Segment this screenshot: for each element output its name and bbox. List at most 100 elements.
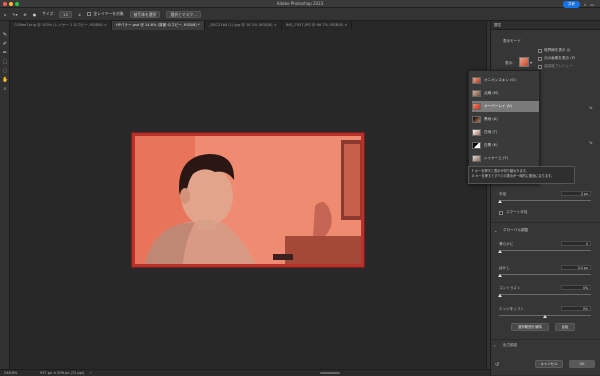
view-option-on-white[interactable]: 白地 (T) xyxy=(472,127,539,138)
zoom-icon[interactable]: ⌕ xyxy=(2,86,8,92)
size-control: サイズ： 15 xyxy=(42,10,72,18)
clear-selection-button[interactable]: 選択範囲を解除 xyxy=(511,323,549,331)
brush-tool-icon[interactable]: ✎ xyxy=(2,32,8,38)
status-arrow-icon[interactable]: › xyxy=(90,370,92,376)
share-button[interactable]: 共有 xyxy=(562,1,580,8)
view-mode-tooltip: F キーを押すと表示が切り替わります。 X キーを押すとすべての表示が一時的に無… xyxy=(468,166,575,184)
radius-slider[interactable] xyxy=(499,200,591,201)
on-layers-thumb xyxy=(472,155,481,162)
quick-selection-preset-icon[interactable]: ✎▾ xyxy=(12,12,17,17)
tooltip-line-2: X キーを押すとすべての表示が一時的に無効になります。 xyxy=(472,174,555,178)
view-option-black-white[interactable]: 白黒 (K) xyxy=(472,140,539,151)
view-thumbnail[interactable] xyxy=(519,57,529,67)
document-canvas[interactable] xyxy=(131,132,365,268)
black-white-thumb xyxy=(472,142,481,149)
smart-radius-label: スマート半径 xyxy=(506,210,528,214)
smooth-label: 滑らかに xyxy=(499,242,514,246)
sample-all-layers-checkbox[interactable]: 全レイヤーを対象 xyxy=(87,11,124,17)
feather-slider-handle[interactable] xyxy=(498,274,502,277)
show-original-checkbox[interactable] xyxy=(538,57,542,61)
radius-label: 半径 xyxy=(499,192,507,196)
search-icon[interactable]: ⌕ xyxy=(584,2,586,7)
onion-skin-thumb xyxy=(472,77,481,84)
radius-slider-handle[interactable] xyxy=(498,200,502,203)
show-original-label: 元の画像を表示 (P) xyxy=(544,56,576,60)
tools-panel: ✎ ✐ ✏ ⬚ ◌ ✋ ⌕ xyxy=(0,21,10,369)
select-and-mask-button[interactable]: 選択とマスク... xyxy=(166,10,201,18)
view-option-label: 白黒 (K) xyxy=(484,143,498,147)
select-subject-button[interactable]: 被写体を選択 xyxy=(129,10,161,18)
document-size[interactable]: 937 px × 509 px (72 ppi) xyxy=(40,370,84,376)
workspace-icon[interactable]: ▭ xyxy=(590,2,594,7)
contrast-slider[interactable] xyxy=(499,294,591,295)
feather-slider[interactable] xyxy=(499,274,591,275)
view-option-label: 点線 (M) xyxy=(484,91,499,95)
smart-radius-checkbox[interactable] xyxy=(499,211,503,215)
home-icon[interactable]: ⌂ xyxy=(4,12,6,17)
output-settings-chevron-icon[interactable]: › xyxy=(494,343,496,348)
smooth-slider-handle[interactable] xyxy=(498,250,502,253)
brush-size-picker-icon[interactable]: ● xyxy=(33,12,36,17)
shift-edge-label: エッジをシフト xyxy=(499,307,525,311)
lasso-icon[interactable]: ◌ xyxy=(2,68,8,74)
view-label: 表示： xyxy=(505,61,516,65)
zoom-level[interactable]: 248.6% xyxy=(4,370,17,376)
output-settings-label: 出力設定 xyxy=(503,343,518,347)
global-refinements-label: グローバル調整 xyxy=(503,228,529,232)
smooth-slider[interactable] xyxy=(499,250,591,251)
photo-illustration xyxy=(135,136,361,264)
show-edges-checkbox[interactable] xyxy=(538,49,542,53)
brush-icon[interactable]: ✏ xyxy=(2,50,8,56)
tab-coffee[interactable]: COffeeT.png @ 100% (レイヤー 1 のコピー, RGB/8) … xyxy=(10,21,112,30)
angle-icon[interactable]: ∠ xyxy=(78,12,81,17)
window-title: Adobe Photoshop 2023 xyxy=(276,1,324,6)
view-option-onion-skin[interactable]: オニオンスキン (O) xyxy=(472,75,539,86)
reset-icon[interactable]: ↺ xyxy=(495,362,499,368)
smooth-input[interactable]: 0 xyxy=(561,241,591,246)
object-selection-icon[interactable]: ⬚ xyxy=(2,59,8,65)
view-mode-label: 表示モード xyxy=(503,39,521,43)
cancel-button[interactable]: キャンセル xyxy=(535,360,563,368)
contrast-slider-handle[interactable] xyxy=(498,294,502,297)
top-right-controls: 共有 ⌕ ▭ xyxy=(562,1,594,8)
options-bar: ⌂ ✎▾ ⊕ ● サイズ： 15 ∠ 全レイヤーを対象 被写体を選択 選択とマス… xyxy=(0,8,600,21)
view-option-label: オニオンスキン (O) xyxy=(484,78,516,82)
add-to-selection-icon[interactable]: ⊕ xyxy=(24,12,27,17)
tab-img7937[interactable]: IMG_7937.JPG @ 66.7% (RGB/8) × xyxy=(282,21,353,30)
on-black-thumb xyxy=(472,116,481,123)
show-edges-label: 境界線を表示 (J) xyxy=(544,48,571,52)
size-input[interactable]: 15 xyxy=(59,10,72,18)
hand-icon[interactable]: ✋ xyxy=(2,77,8,83)
view-option-on-black[interactable]: 黒地 (A) xyxy=(472,114,539,125)
on-white-thumb xyxy=(472,129,481,136)
status-bar: 248.6% 937 px × 509 px (72 ppi) › xyxy=(0,369,490,375)
sample-all-layers-label: 全レイヤーを対象 xyxy=(93,11,124,16)
invert-button[interactable]: 反転 xyxy=(555,323,575,331)
view-option-marching-ants[interactable]: 点線 (M) xyxy=(472,88,539,99)
tab-hp-banner[interactable]: HPバナー.psd @ 24.6% (背景 のコピー, RGB/8) * xyxy=(111,21,205,30)
global-refinements-chevron-icon[interactable]: ⌄ xyxy=(494,228,497,233)
document-tabs: COffeeT.png @ 100% (レイヤー 1 のコピー, RGB/8) … xyxy=(10,21,486,30)
size-label: サイズ： xyxy=(42,11,58,16)
feather-input[interactable]: 0.0 px xyxy=(561,265,591,270)
radius-input[interactable]: 0 px xyxy=(561,191,591,196)
feather-label: ぼかし xyxy=(499,266,510,270)
view-option-on-layers[interactable]: レイヤー上 (Y) xyxy=(472,153,539,164)
horizontal-scrollbar[interactable] xyxy=(320,372,340,374)
view-option-label: 黒地 (A) xyxy=(484,117,498,121)
shift-edge-input[interactable]: 0% xyxy=(561,306,591,311)
view-dropdown-arrow-icon[interactable]: ▾ xyxy=(530,60,532,65)
refine-edge-brush-icon[interactable]: ✐ xyxy=(2,41,8,47)
shift-edge-slider-handle[interactable] xyxy=(543,315,547,318)
ok-button[interactable]: OK xyxy=(569,360,595,368)
title-bar: Adobe Photoshop 2023 xyxy=(0,0,600,8)
marching-ants-thumb xyxy=(472,90,481,97)
sample-all-layers-box[interactable] xyxy=(87,12,92,16)
tab-dsc2164[interactable]: _DSC2164 (1).jpg @ 16.3% (RGB/8) × xyxy=(205,21,282,30)
contrast-input[interactable]: 0% xyxy=(561,285,591,290)
view-option-overlay[interactable]: オーバーレイ (V) xyxy=(472,101,539,112)
view-option-label: レイヤー上 (Y) xyxy=(484,156,509,160)
high-quality-preview-label: 高精度プレビュー xyxy=(544,64,573,68)
high-quality-preview-checkbox[interactable] xyxy=(538,65,542,69)
photo-overlay-preview[interactable] xyxy=(135,136,361,264)
